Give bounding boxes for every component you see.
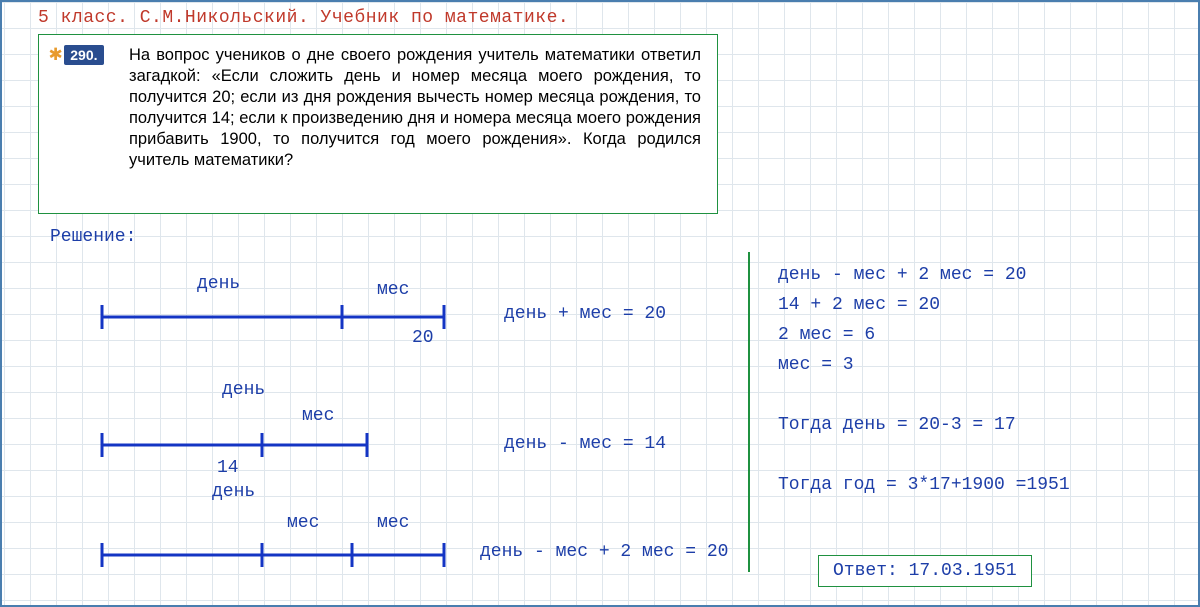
d2-day-bottom: день — [212, 482, 255, 502]
d1-month: мес — [377, 280, 409, 300]
problem-text: На вопрос учеников о дне своего рождения… — [129, 45, 701, 171]
d2-month: мес — [302, 406, 334, 426]
d1-twenty: 20 — [412, 328, 434, 348]
problem-box: ✱ 290. На вопрос учеников о дне своего р… — [38, 34, 718, 214]
d2-fourteen: 14 — [217, 458, 239, 478]
answer-box: Ответ: 17.03.1951 — [818, 555, 1032, 587]
star-icon: ✱ — [49, 45, 62, 65]
calc-l2: 14 + 2 мес = 20 — [778, 295, 940, 315]
eq-3: день - мес + 2 мес = 20 — [480, 542, 728, 562]
diagram-3 — [102, 535, 462, 575]
calc-l5: Тогда день = 20-3 = 17 — [778, 415, 1016, 435]
eq-1: день + мес = 20 — [504, 304, 666, 324]
column-divider — [748, 252, 750, 572]
d1-day: день — [197, 274, 240, 294]
calc-l4: мес = 3 — [778, 355, 854, 375]
diagram-1 — [102, 297, 462, 337]
calc-l3: 2 мес = 6 — [778, 325, 875, 345]
calc-l1: день - мес + 2 мес = 20 — [778, 265, 1026, 285]
eq-2: день - мес = 14 — [504, 434, 666, 454]
solution-title: Решение: — [50, 227, 136, 247]
calc-l6: Тогда год = 3*17+1900 =1951 — [778, 475, 1070, 495]
problem-number: 290. — [64, 45, 103, 65]
d3-month-1: мес — [287, 513, 319, 533]
diagram-2 — [102, 425, 402, 465]
d2-day-top: день — [222, 380, 265, 400]
page-title: 5 класс. С.М.Никольский. Учебник по мате… — [38, 8, 569, 28]
d3-month-2: мес — [377, 513, 409, 533]
